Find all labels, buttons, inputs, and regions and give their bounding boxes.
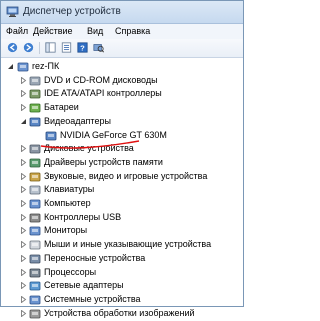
- portable-device-icon: [29, 254, 41, 264]
- tree-category-item[interactable]: Процессоры: [1, 266, 241, 280]
- toolbar: ?: [1, 39, 243, 58]
- tree-category-item[interactable]: DVD и CD-ROM дисководы: [1, 74, 241, 88]
- battery-icon: [29, 103, 41, 113]
- tree-item-label: Мониторы: [44, 225, 88, 236]
- collapse-arrow-icon[interactable]: [20, 186, 27, 194]
- sound-icon: [29, 172, 41, 181]
- mouse-icon: [29, 240, 41, 250]
- monitor-icon: [29, 226, 41, 236]
- window-title: Диспетчер устройств: [23, 6, 121, 17]
- tree-category-item[interactable]: Клавиатуры: [1, 183, 241, 197]
- tree-item-label: Системные устройства: [44, 293, 141, 304]
- tree-category-item[interactable]: IDE ATA/ATAPI контроллеры: [1, 87, 241, 101]
- red-underline-annotation: [40, 140, 140, 149]
- tree-item-label: Видеоадаптеры: [44, 115, 111, 126]
- expand-arrow-icon[interactable]: [7, 63, 14, 70]
- expand-arrow-icon[interactable]: [20, 118, 27, 125]
- dvd-drive-icon: [29, 76, 41, 86]
- back-arrow-icon[interactable]: [6, 41, 19, 54]
- forward-arrow-icon[interactable]: [22, 41, 35, 54]
- menu-view[interactable]: Вид: [87, 26, 103, 36]
- collapse-arrow-icon[interactable]: [20, 90, 27, 98]
- tree-item-label: Мыши и иные указывающие устройства: [44, 239, 212, 250]
- collapse-arrow-icon[interactable]: [20, 309, 27, 317]
- help-icon[interactable]: ?: [76, 41, 89, 54]
- computer-icon: [29, 199, 41, 209]
- tree-item-label: Компьютер: [44, 198, 91, 208]
- menu-file[interactable]: Файл: [6, 26, 28, 36]
- tree-item-label: NVIDIA GeForce GT 630M: [60, 129, 167, 140]
- tree-category-item[interactable]: Компьютер: [1, 197, 241, 211]
- properties-icon[interactable]: [60, 41, 73, 54]
- tree-category-item[interactable]: Контроллеры USB: [1, 211, 241, 225]
- tree-item-label: Процессоры: [44, 266, 97, 277]
- tree-item-label: Батареи: [44, 102, 79, 113]
- tree-category-item[interactable]: Сетевые адаптеры: [1, 279, 241, 293]
- console-tree-icon[interactable]: [44, 41, 57, 54]
- menu-help[interactable]: Справка: [115, 26, 150, 36]
- collapse-arrow-icon[interactable]: [20, 158, 27, 166]
- collapse-arrow-icon[interactable]: [20, 227, 27, 235]
- collapse-arrow-icon[interactable]: [20, 200, 27, 207]
- collapse-arrow-icon[interactable]: [20, 104, 27, 112]
- tree-root[interactable]: rez-ПК: [1, 60, 241, 74]
- network-adapter-icon: [29, 281, 41, 291]
- collapse-arrow-icon[interactable]: [20, 76, 27, 84]
- keyboard-icon: [29, 185, 41, 195]
- device-manager-window: Диспетчер устройств Файл Действие Вид Сп…: [0, 0, 244, 318]
- tree-category-item[interactable]: Устройства обработки изображений: [1, 307, 241, 321]
- imaging-device-icon: [29, 309, 41, 318]
- tree-category-item[interactable]: Мыши и иные указывающие устройства: [1, 238, 241, 252]
- collapse-arrow-icon[interactable]: [20, 295, 27, 303]
- tree-item-label: DVD и CD-ROM дисководы: [44, 74, 158, 85]
- collapse-arrow-icon[interactable]: [20, 268, 27, 276]
- tree-item-label: Звуковые, видео и игровые устройства: [44, 170, 208, 181]
- toolbar-separator: [39, 42, 40, 54]
- title-bar[interactable]: Диспетчер устройств: [1, 1, 243, 24]
- tree-item-label: IDE ATA/ATAPI контроллеры: [44, 88, 162, 99]
- collapse-arrow-icon[interactable]: [20, 241, 27, 249]
- tree-item-label: Сетевые адаптеры: [44, 280, 124, 291]
- tree-category-item[interactable]: Системные устройства: [1, 293, 241, 307]
- tree-category-item[interactable]: Драйверы устройств памяти: [1, 156, 241, 170]
- memory-icon: [29, 158, 41, 168]
- system-device-icon: [29, 295, 41, 305]
- tree-item-label: Драйверы устройств памяти: [44, 156, 163, 167]
- tree-item-label: Устройства обработки изображений: [44, 307, 195, 318]
- collapse-arrow-icon[interactable]: [20, 254, 27, 262]
- menu-action[interactable]: Действие: [33, 26, 73, 36]
- device-manager-icon: [6, 6, 19, 17]
- svg-text:?: ?: [80, 43, 85, 52]
- menu-bar: Файл Действие Вид Справка: [1, 24, 243, 39]
- tree-item-label: Контроллеры USB: [44, 211, 122, 222]
- processor-icon: [29, 268, 41, 277]
- display-adapter-icon: [29, 117, 41, 127]
- tree-root-label: rez-ПК: [32, 61, 60, 71]
- tree-category-item[interactable]: Видеоадаптеры: [1, 115, 241, 129]
- tree-category-item[interactable]: Переносные устройства: [1, 252, 241, 266]
- tree-category-item[interactable]: Батареи: [1, 101, 241, 115]
- tree-category-item[interactable]: Звуковые, видео и игровые устройства: [1, 170, 241, 184]
- collapse-arrow-icon[interactable]: [20, 213, 27, 221]
- tree-category-item[interactable]: Мониторы: [1, 224, 241, 238]
- tree-item-label: Переносные устройства: [44, 252, 146, 263]
- collapse-arrow-icon[interactable]: [20, 282, 27, 290]
- device-tree[interactable]: rez-ПК DVD и CD-ROM дисководы IDE ATA/ATAP…: [1, 58, 243, 318]
- usb-icon: [29, 213, 41, 223]
- collapse-arrow-icon[interactable]: [20, 145, 27, 153]
- ide-controller-icon: [29, 89, 41, 99]
- tree-item-label: Клавиатуры: [44, 184, 95, 195]
- computer-icon: [17, 62, 29, 72]
- collapse-arrow-icon[interactable]: [20, 172, 27, 180]
- scan-hardware-icon[interactable]: [92, 41, 105, 54]
